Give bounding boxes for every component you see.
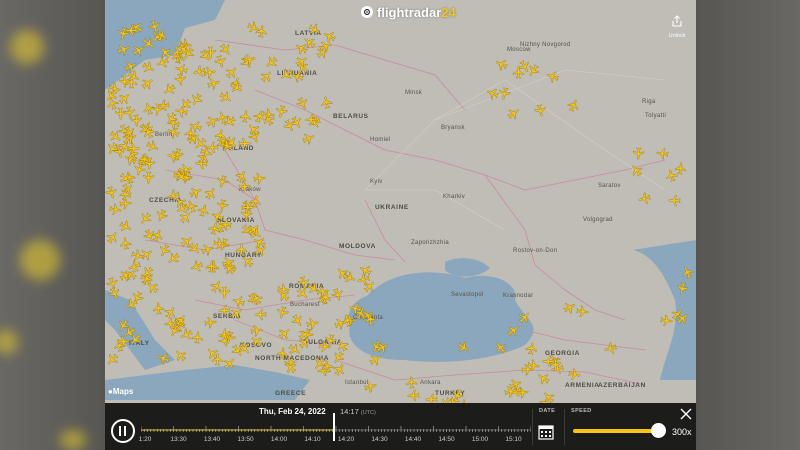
map-label-azerbaijan: AZERBAIJAN: [598, 382, 646, 389]
map-label-greece: GREECE: [275, 390, 307, 397]
pause-button[interactable]: [111, 419, 135, 443]
playback-time: 14:17 (UTC): [340, 407, 376, 416]
map-label-nizhny: Nizhny Novgorod: [520, 42, 571, 48]
aircraft-icon[interactable]: [315, 284, 330, 299]
aircraft-icon[interactable]: [190, 330, 204, 344]
background-blur-right: [696, 0, 800, 450]
logo-text: flightradar: [377, 4, 442, 20]
share-icon: [672, 15, 682, 27]
aircraft-icon[interactable]: [211, 353, 224, 366]
aircraft-icon[interactable]: [252, 171, 266, 185]
aircraft-icon[interactable]: [217, 304, 230, 317]
aircraft-icon[interactable]: [118, 187, 133, 202]
aircraft-icon[interactable]: [274, 304, 290, 320]
timeline-cursor[interactable]: [333, 413, 335, 441]
speed-value: 300x: [672, 427, 692, 437]
background-blur-left: [0, 0, 105, 450]
timeline-tick-label: 14:10: [304, 436, 321, 443]
aircraft-icon[interactable]: [249, 323, 264, 338]
share-button[interactable]: Unlock: [664, 14, 690, 39]
timeline-tick-label: 13:50: [237, 436, 254, 443]
map-label-belarus: BELARUS: [333, 113, 369, 120]
timeline-tick-label: 14:50: [438, 436, 455, 443]
aircraft-icon[interactable]: [240, 208, 254, 222]
aircraft-icon[interactable]: [668, 194, 681, 207]
timeline-tick-labels: 1:20 13:30 13:40 13:50 14:00 14:10 14:20 14:30 1…: [138, 436, 531, 446]
map-label-tolyatti: Tolyatti: [645, 113, 667, 119]
aircraft-icon[interactable]: [524, 341, 539, 356]
timeline-tick-label: 14:30: [371, 436, 388, 443]
radar-icon: [361, 6, 373, 18]
aircraft-icon[interactable]: [405, 375, 419, 389]
date-header: DATE: [539, 408, 556, 414]
map-label-ukraine: UKRAINE: [375, 204, 409, 211]
aircraft-icon[interactable]: [317, 339, 332, 354]
map-label-bryansk: Bryansk: [441, 125, 465, 131]
map-label-ankara: Ankara: [420, 380, 441, 386]
aircraft-icon[interactable]: [174, 72, 188, 86]
map-label-minsk: Minsk: [405, 90, 423, 96]
aircraft-icon[interactable]: [254, 308, 267, 321]
map-label-kyiv: Kyiv: [370, 179, 383, 185]
speed-slider-knob[interactable]: [651, 423, 666, 438]
aircraft-icon[interactable]: [407, 388, 421, 402]
playback-bar: Thu, Feb 24, 2022 14:17 (UTC) 1:20 13:30 1…: [105, 403, 696, 450]
close-icon[interactable]: [679, 407, 693, 421]
speed-header: SPEED: [571, 408, 592, 414]
timeline-tick-label: 14:00: [270, 436, 288, 443]
map-label-volgograd: Volgograd: [583, 217, 613, 223]
aircraft-icon[interactable]: [549, 358, 562, 371]
map-label-saratov: Saratov: [598, 183, 621, 189]
aircraft-icon[interactable]: [567, 367, 582, 382]
map-label-zaporizhzhia: Zaporizhzhia: [411, 240, 449, 246]
calendar-icon[interactable]: [538, 424, 554, 440]
map-label-kharkiv: Kharkiv: [443, 194, 466, 200]
aircraft-icon[interactable]: [632, 147, 646, 161]
timeline-tick-label: 13:40: [203, 436, 221, 443]
aircraft-icon[interactable]: [217, 327, 232, 342]
aircraft-icon[interactable]: [127, 142, 140, 155]
playback-date: Thu, Feb 24, 2022: [259, 407, 326, 416]
aircraft-icon[interactable]: [125, 24, 138, 37]
aircraft-icon[interactable]: [297, 275, 312, 290]
map-label-kazan: Riga: [642, 99, 656, 105]
timeline-tick-label: 14:40: [404, 436, 422, 443]
maps-attribution: ●Maps: [108, 387, 134, 396]
map-label-homiel: Homiel: [370, 137, 391, 143]
timeline-tick-label: 15:10: [505, 436, 522, 443]
aircraft-icon[interactable]: [118, 236, 133, 251]
aircraft-icon[interactable]: [659, 313, 674, 328]
map-label-rostov: Rostov-on-Don: [513, 248, 558, 254]
map-label-armenia: ARMENIA: [565, 382, 600, 389]
aircraft-icon[interactable]: [204, 259, 218, 273]
aircraft-icon[interactable]: [304, 112, 318, 126]
map-label-moldova: MOLDOVA: [339, 243, 376, 250]
timeline-tick-label: 1:20: [138, 436, 152, 443]
map-label-bucharest: Bucharest: [290, 302, 320, 308]
aircraft-icon[interactable]: [511, 66, 524, 79]
timeline-scrubber[interactable]: [141, 426, 531, 434]
aircraft-icon[interactable]: [203, 315, 218, 330]
timeline-tick-label: 15:00: [471, 436, 489, 443]
speed-slider-track[interactable]: [573, 429, 661, 433]
aircraft-icon[interactable]: [235, 242, 248, 255]
map-label-sevastopol: Sevastopol: [451, 292, 484, 298]
aircraft-icon[interactable]: [656, 146, 671, 161]
aircraft-icon[interactable]: [152, 301, 166, 315]
aircraft-icon[interactable]: [575, 304, 590, 319]
flightradar24-logo: flightradar 24: [361, 4, 456, 20]
map-label-krasnodar: Krasnodar: [503, 293, 534, 299]
timeline-tick-label: 13:30: [170, 436, 187, 443]
aircraft-icon[interactable]: [673, 162, 687, 176]
logo-number: 24: [441, 4, 456, 20]
aircraft-icon[interactable]: [526, 358, 541, 373]
aircraft-icon[interactable]: [502, 383, 517, 398]
aircraft-icon[interactable]: [164, 316, 179, 331]
aircraft-icon[interactable]: [241, 51, 257, 67]
flight-map[interactable]: LATVIA LITHUANIA BELARUS UKRAINE POLAND …: [105, 0, 696, 450]
timeline-tick-label: 14:20: [337, 436, 355, 443]
share-label: Unlock: [668, 33, 686, 39]
